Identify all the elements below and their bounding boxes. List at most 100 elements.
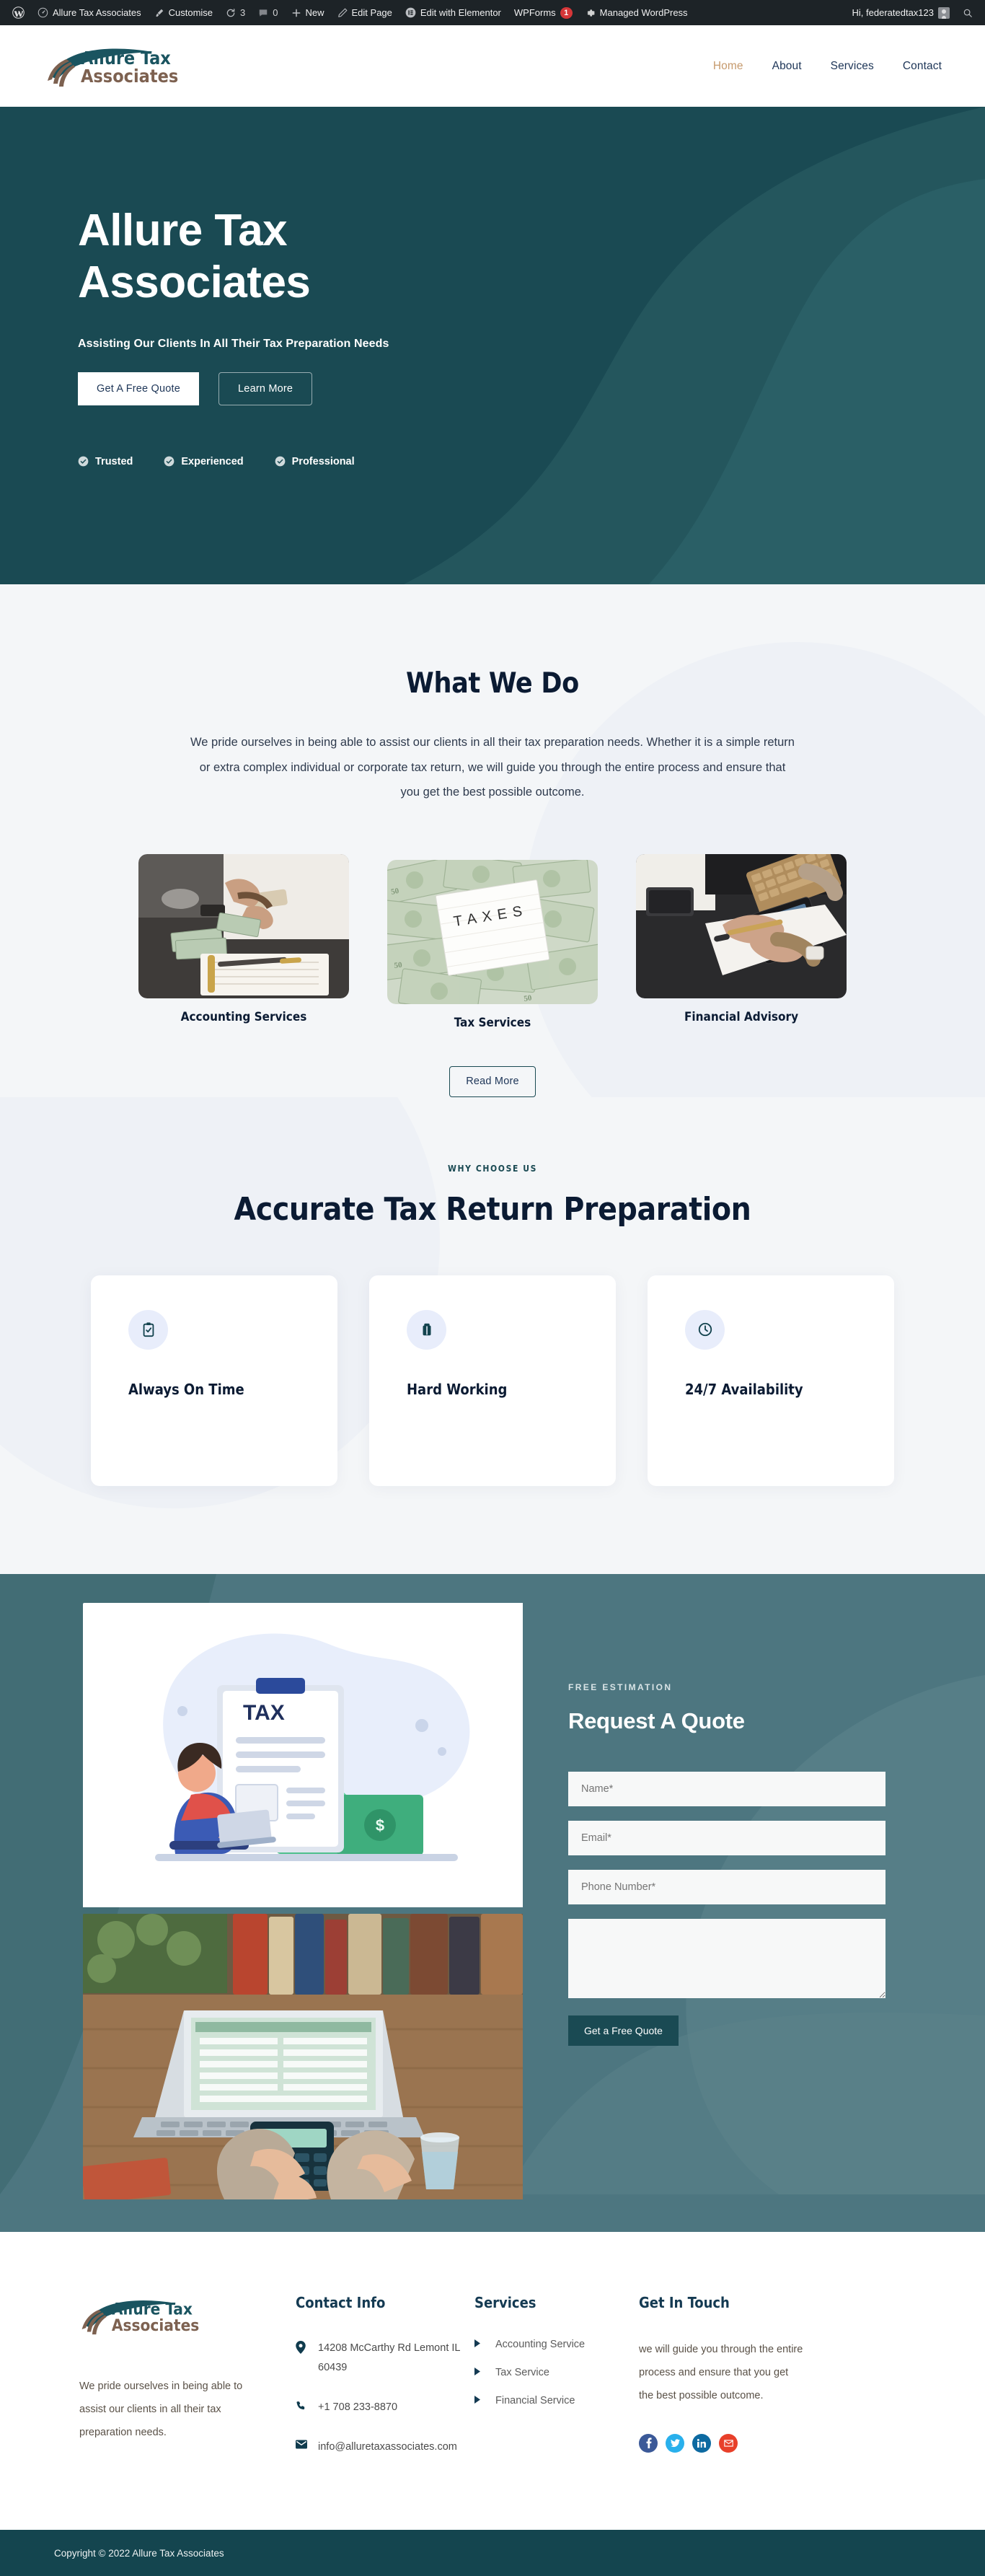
comment-icon [258,8,268,18]
adminbar-greeting: Hi, federatedtax123 [852,7,934,18]
quote-title: Request A Quote [568,1707,745,1733]
footer-address: 14208 McCarthy Rd Lemont IL 60439 [296,2339,474,2378]
nav-item-contact[interactable]: Contact [903,60,942,73]
service-card-label: Accounting Services [180,1009,307,1024]
search-icon [963,8,973,18]
footer-service-link[interactable]: Tax Service [495,2367,549,2378]
footer-service-accounting[interactable]: Accounting Service [474,2339,639,2350]
hero-badge-trusted: Trusted [78,456,133,467]
linkedin-icon[interactable] [692,2433,711,2453]
adminbar-search[interactable] [956,0,979,25]
adminbar-updates[interactable]: 3 [219,0,252,25]
adminbar-account[interactable]: Hi, federatedtax123 [846,0,956,25]
nav-item-home[interactable]: Home [713,60,743,73]
adminbar-new[interactable]: New [285,0,331,25]
adminbar-site-name[interactable]: Allure Tax Associates [31,0,148,25]
adminbar-site-name-label: Allure Tax Associates [53,7,141,18]
get-a-free-quote-button[interactable]: Get A Free Quote [78,372,200,405]
service-card-label: Tax Services [454,1015,531,1030]
hero-badge-professional: Professional [275,456,355,467]
check-circle-icon [78,456,89,467]
read-more-wrapper: Read More [0,1065,985,1097]
plus-icon [291,8,301,18]
feature-card-label: Always On Time [128,1380,244,1398]
clock-icon [685,1309,725,1350]
footer-service-financial[interactable]: Financial Service [474,2395,639,2406]
adminbar-edit-page[interactable]: Edit Page [331,0,399,25]
adminbar-edit-elementor[interactable]: Edit with Elementor [399,0,508,25]
footer-get-in-touch-column: Get In Touch we will guide you through t… [639,2294,805,2476]
copyright-text: Copyright © 2022 Allure Tax Associates [54,2547,224,2559]
adminbar-comments-count: 0 [273,7,278,18]
wp-admin-bar: Allure Tax Associates Customise 3 0 New … [0,0,985,25]
get-a-free-quote-submit-button[interactable]: Get a Free Quote [568,2015,679,2046]
read-more-button[interactable]: Read More [449,1065,536,1097]
twitter-icon[interactable] [666,2433,684,2453]
nav-item-about[interactable]: About [772,60,802,73]
triangle-right-icon [474,2395,480,2406]
nav-item-services[interactable]: Services [831,60,874,73]
briefcase-icon [407,1309,446,1350]
svg-text:TAX: TAX [243,1701,285,1725]
footer-social-links [639,2433,805,2453]
feature-card-always-on-time[interactable]: Always On Time [91,1275,337,1486]
service-card-accounting[interactable]: Accounting Services [138,853,349,1030]
why-choose-content: WHY CHOOSE US Accurate Tax Return Prepar… [0,1164,985,1486]
adminbar-managed-wordpress-label: Managed WordPress [599,7,688,18]
service-cards: Accounting Services 50 50 50 TAXES Tax S… [0,853,985,1030]
quote-images: $ TAX [0,1574,534,2232]
adminbar-wpforms[interactable]: WPForms 1 [508,0,579,25]
learn-more-button[interactable]: Learn More [218,372,313,405]
adminbar-comments[interactable]: 0 [252,0,284,25]
adminbar-customise-label: Customise [168,7,213,18]
wordpress-icon [12,6,25,19]
hero-subtitle: Assisting Our Clients In All Their Tax P… [78,337,389,350]
email-icon[interactable] [719,2433,738,2453]
svg-text:Associates: Associates [112,2316,199,2335]
hero-title: Allure Tax Associates [78,206,311,307]
map-pin-icon [296,2340,306,2357]
what-we-do-title: What We Do [406,667,579,700]
feature-card-availability[interactable]: 24/7 Availability [648,1275,894,1486]
pencil-icon [337,8,348,18]
footer-phone[interactable]: +1 708 233-8870 [296,2398,474,2418]
footer-email[interactable]: info@alluretaxassociates.com [296,2437,474,2458]
message-textarea[interactable] [568,1918,885,1998]
site-logo[interactable]: Allure Tax Associates [45,42,186,91]
adminbar-wp-logo[interactable] [6,0,31,25]
footer-logo[interactable]: Allure Tax Associates [79,2294,260,2342]
main-navigation: Home About Services Contact [713,60,942,73]
elementor-icon [405,7,416,18]
adminbar-updates-count: 3 [240,7,246,18]
footer-service-link[interactable]: Accounting Service [495,2339,585,2350]
adminbar-managed-wordpress[interactable]: Managed WordPress [579,0,694,25]
adminbar-customise[interactable]: Customise [148,0,219,25]
service-card-label: Financial Advisory [684,1009,799,1024]
updates-icon [226,8,236,18]
tax-clipboard-illustration: $ TAX [83,1602,534,1911]
phone-icon [296,2400,306,2415]
footer-about-text: We pride ourselves in being able to assi… [79,2380,243,2438]
request-a-quote-section: $ TAX FREE ESTIMATION Request A Quote Na… [0,1573,985,2232]
name-input[interactable] [568,1771,885,1806]
facebook-icon[interactable] [639,2433,658,2453]
phone-input[interactable] [568,1869,885,1904]
dashboard-icon [37,7,48,18]
feature-card-hard-working[interactable]: Hard Working [369,1275,616,1486]
svg-text:Associates: Associates [81,66,178,87]
gear-icon [586,8,596,18]
why-choose-title: Accurate Tax Return Preparation [234,1190,751,1228]
footer-grid: Allure Tax Associates We pride ourselves… [0,2294,985,2476]
tax-services-image: 50 50 50 TAXES [387,859,598,1004]
adminbar-edit-page-label: Edit Page [351,7,392,18]
triangle-right-icon [474,2339,480,2349]
feature-card-label: Hard Working [407,1380,508,1398]
footer-service-link[interactable]: Financial Service [495,2395,575,2406]
laptop-calculator-desk-photo [83,1913,534,2203]
service-card-tax[interactable]: 50 50 50 TAXES Tax Services [387,854,598,1030]
email-input[interactable] [568,1820,885,1855]
footer-services-column: Services Accounting Service Tax Service … [474,2294,639,2476]
hero-badge-experienced: Experienced [164,456,244,467]
service-card-financial[interactable]: Financial Advisory [636,853,847,1030]
footer-service-tax[interactable]: Tax Service [474,2367,639,2378]
